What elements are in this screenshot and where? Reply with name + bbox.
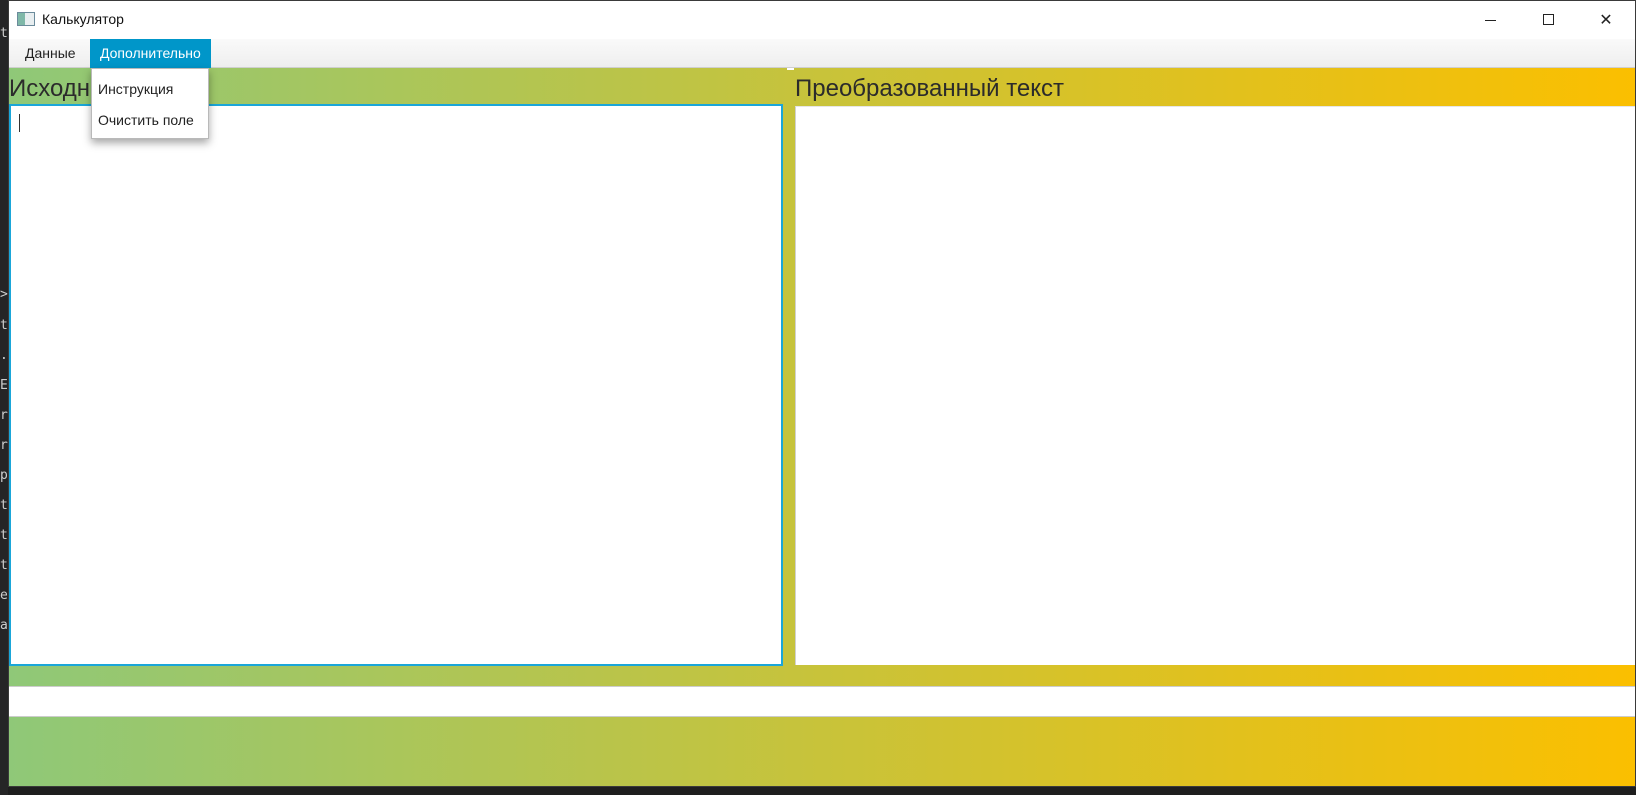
result-textarea[interactable] xyxy=(795,106,1635,665)
background-char: t xyxy=(0,318,8,333)
window-title: Калькулятор xyxy=(42,11,124,27)
background-char: r xyxy=(0,408,8,423)
text-caret xyxy=(19,114,20,132)
background-char: t xyxy=(0,26,8,41)
app-icon xyxy=(17,12,35,26)
splitter-grip xyxy=(787,68,794,70)
background-char: > xyxy=(0,287,8,302)
background-char: e xyxy=(0,588,8,603)
calculator-window: Калькулятор ✕ Данные Дополнительно Исход… xyxy=(8,0,1636,787)
close-button[interactable]: ✕ xyxy=(1577,1,1635,39)
additional-dropdown-menu: Инструкция Очистить поле xyxy=(91,68,209,139)
menu-bar: Данные Дополнительно xyxy=(9,39,1635,68)
background-char: r xyxy=(0,438,8,453)
background-char: p xyxy=(0,468,8,483)
maximize-button[interactable] xyxy=(1519,1,1577,39)
menu-additional[interactable]: Дополнительно xyxy=(90,39,211,68)
result-text-label: Преобразованный текст xyxy=(795,75,1065,102)
main-content: Исходный текст Преобразованный текст xyxy=(9,68,1635,786)
background-char: t xyxy=(0,498,8,513)
close-icon: ✕ xyxy=(1599,10,1613,29)
menu-item-instruction[interactable]: Инструкция xyxy=(92,74,208,105)
background-char: t xyxy=(0,528,8,543)
minimize-icon xyxy=(1485,20,1496,21)
menu-data[interactable]: Данные xyxy=(15,39,86,68)
background-char: t xyxy=(0,558,8,573)
title-bar[interactable]: Калькулятор ✕ xyxy=(9,1,1635,39)
bottom-input-field[interactable] xyxy=(9,686,1635,717)
source-textarea[interactable] xyxy=(9,104,783,666)
background-editor-strip: t > t .c E r r p t t t e at xyxy=(0,0,16,795)
background-char: E xyxy=(0,378,8,393)
menu-item-clear-field[interactable]: Очистить поле xyxy=(92,105,208,136)
minimize-button[interactable] xyxy=(1461,1,1519,39)
maximize-icon xyxy=(1543,14,1554,25)
